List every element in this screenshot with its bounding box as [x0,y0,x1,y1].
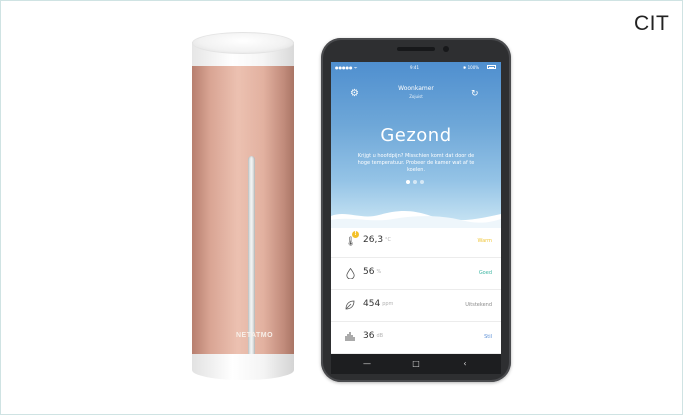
snow-wave-divider [331,211,501,228]
temperature-status: Warm [477,238,492,244]
status-time: 9:41 [410,65,419,70]
air-quality-hero: ●●●●● ᯤ 9:41 ✱ 100% ⚙ Woonkamer Zojuist … [331,62,501,220]
sound-bars-icon [345,332,355,344]
menu-icon[interactable]: — [361,359,373,369]
refresh-icon[interactable]: ↻ [471,89,481,99]
co2-status: Uitstekend [465,302,492,308]
co2-unit: ppm [382,301,394,307]
humidity-unit: % [376,269,382,275]
humidity-status: Goed [478,270,492,276]
warning-badge-icon: ! [352,231,359,238]
android-nav-bar: — □ ‹ [331,354,501,374]
battery-level: ✱ 100% [463,65,480,70]
back-icon[interactable]: ‹ [459,359,471,369]
noise-unit: dB [376,333,384,339]
phone-camera [443,46,449,52]
netatmo-device: NETATMO [192,32,294,380]
page-dot[interactable] [420,180,424,184]
readings-list: 🌡 ! 26,3 °C Warm 56% Goed 454 ppm Uitsteke… [331,226,501,354]
reading-value: 56% [363,267,381,277]
battery-icon [487,65,496,69]
temperature-value: 26,3 [363,235,384,245]
phone-speaker [397,47,435,51]
temperature-unit: °C [385,237,392,243]
status-bar: ●●●●● ᯤ 9:41 ✱ 100% [331,62,501,72]
reading-row-noise[interactable]: 36 dB Stil [331,322,501,354]
reading-value: 454 ppm [363,299,393,309]
co2-value: 454 [363,299,381,309]
reading-value: 26,3 °C [363,235,391,245]
smartphone: ●●●●● ᯤ 9:41 ✱ 100% ⚙ Woonkamer Zojuist … [321,38,511,382]
device-base [192,354,294,380]
advice-message: Krijgt u hoofdpijn? Misschien komt dat d… [357,153,475,173]
home-icon[interactable]: □ [410,359,422,369]
page-dot[interactable] [406,180,410,184]
reading-row-temperature[interactable]: 🌡 ! 26,3 °C Warm [331,226,501,258]
corner-label: CIT [634,12,670,35]
page-dot[interactable] [413,180,417,184]
carrier-signal: ●●●●● ᯤ [335,65,358,70]
reading-row-co2[interactable]: 454 ppm Uitstekend [331,290,501,322]
air-status-title: Gezond [380,125,452,146]
page-indicator[interactable] [406,180,428,185]
reading-value: 36 dB [363,331,383,341]
app-screen: ●●●●● ᯤ 9:41 ✱ 100% ⚙ Woonkamer Zojuist … [331,62,501,354]
device-body [192,62,294,374]
device-brand-label: NETATMO [236,332,274,339]
noise-status: Stil [484,334,492,340]
device-light-slot [248,156,255,374]
reading-row-humidity[interactable]: 56% Goed [331,258,501,290]
device-top-cap [192,32,294,54]
leaf-icon [345,300,355,312]
humidity-drop-icon [345,267,355,280]
humidity-value: 56 [363,267,375,277]
noise-value: 36 [363,331,375,341]
